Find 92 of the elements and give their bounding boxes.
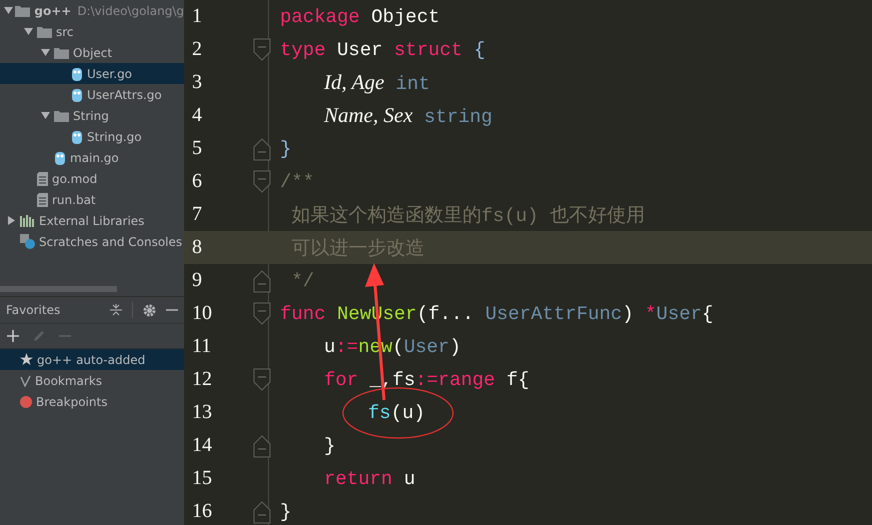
line-number: 5 [191, 137, 203, 160]
code-line: fs(u) [367, 402, 426, 424]
add-icon[interactable] [7, 330, 19, 342]
tree-item[interactable]: src [0, 21, 184, 42]
tree-item-label: String [73, 108, 109, 122]
unfold-icon[interactable] [253, 268, 271, 292]
tree-item-label: go++ [34, 4, 72, 18]
tree-item[interactable]: UserAttrs.go [0, 84, 184, 105]
check-icon [20, 374, 31, 386]
line-number: 3 [191, 71, 203, 94]
expand-arrow-icon[interactable] [24, 28, 32, 35]
unfold-icon[interactable] [253, 434, 271, 458]
tree-item-label: src [56, 24, 74, 38]
tree-item-label: go.mod [52, 172, 98, 186]
tree-item[interactable]: run.bat [0, 189, 184, 210]
line-number: 15 [191, 467, 213, 490]
fold-icon[interactable] [253, 302, 271, 326]
collapse-all-icon[interactable] [110, 304, 122, 316]
tree-item[interactable]: Scratches and Consoles [0, 231, 184, 252]
favorites-item-label: Breakpoints [36, 394, 108, 408]
tree-item[interactable]: main.go [0, 147, 184, 168]
panel-title: Favorites [6, 303, 60, 317]
line-number: 8 [191, 236, 203, 259]
line-number: 1 [191, 5, 203, 28]
tree-item[interactable]: External Libraries [0, 210, 184, 231]
code-line: 如果这个构造函数里的fs(u) 也不好使用 [290, 204, 645, 228]
line-number: 2 [191, 38, 203, 61]
favorites-item-label: Bookmarks [35, 374, 102, 388]
tree-item[interactable]: String.go [0, 126, 184, 147]
fold-icon[interactable] [253, 368, 271, 392]
line-number: 10 [191, 302, 213, 325]
gopher-icon [71, 130, 83, 144]
folder-icon [54, 46, 69, 58]
code-line: } [323, 434, 336, 456]
line-number: 14 [191, 434, 213, 457]
code-line: type User struct { [280, 38, 486, 60]
code-line: } [280, 500, 292, 522]
tree-item-label: Object [73, 46, 112, 60]
unfold-icon[interactable] [253, 136, 271, 160]
tree-item-label: String.go [87, 130, 142, 144]
folder-icon [54, 110, 69, 122]
tree-item-label: main.go [70, 150, 119, 164]
scrollbar-thumb[interactable] [0, 286, 117, 292]
tree-item[interactable]: go++ D:\video\golang\g [0, 0, 184, 21]
tree-item-label: External Libraries [39, 214, 144, 228]
expand-arrow-icon[interactable] [4, 7, 14, 14]
code-line: Name, Sex string [322, 103, 492, 128]
expand-arrow-icon[interactable] [40, 112, 50, 119]
fold-icon[interactable] [253, 170, 271, 194]
favorites-item-label: go++ [37, 352, 72, 366]
star-icon [20, 353, 33, 366]
gopher-icon [54, 150, 66, 164]
tree-item-label: UserAttrs.go [87, 88, 162, 102]
library-icon [20, 214, 35, 226]
code-line: /** [280, 170, 314, 192]
line-number: 13 [191, 401, 213, 424]
file-icon [37, 172, 48, 186]
tree-item[interactable]: User.go [0, 63, 184, 84]
favorites-item[interactable]: Bookmarks [0, 370, 184, 391]
gopher-icon [71, 88, 83, 102]
line-number: 11 [191, 335, 212, 358]
line-number: 9 [191, 269, 203, 292]
tree-item[interactable]: String [0, 105, 184, 126]
tree-item[interactable]: Object [0, 42, 184, 63]
project-path: D:\video\golang\g [77, 4, 184, 18]
scratches-icon [20, 234, 35, 249]
line-number: 6 [191, 170, 203, 193]
favorites-item[interactable]: Breakpoints [0, 391, 184, 412]
fold-icon[interactable] [253, 38, 271, 62]
line-number: 16 [191, 500, 213, 523]
tree-item-label: run.bat [52, 192, 96, 206]
folder-icon [37, 26, 52, 38]
line-number: 7 [191, 203, 203, 226]
line-number: 4 [191, 104, 203, 127]
code-line: Id, Age int [323, 70, 430, 95]
folder-icon [15, 4, 30, 16]
tree-item[interactable]: go.mod [0, 168, 184, 189]
favorites-item[interactable]: go++ auto-added [0, 349, 184, 370]
code-line: package Object [280, 6, 440, 28]
unfold-icon[interactable] [253, 500, 271, 524]
code-line: */ [290, 270, 314, 292]
gopher-icon [71, 66, 83, 80]
settings-icon[interactable] [143, 304, 156, 316]
line-number: 12 [191, 368, 213, 391]
tree-item-label: Scratches and Consoles [39, 234, 182, 248]
code-line: return u [323, 468, 416, 490]
favorites-item-note: auto-added [76, 352, 146, 366]
expand-arrow-icon[interactable] [40, 49, 50, 56]
code-line: } [280, 138, 292, 160]
collapse-arrow-icon[interactable] [8, 216, 14, 225]
tree-item-label: User.go [87, 66, 132, 80]
file-icon [37, 192, 48, 206]
